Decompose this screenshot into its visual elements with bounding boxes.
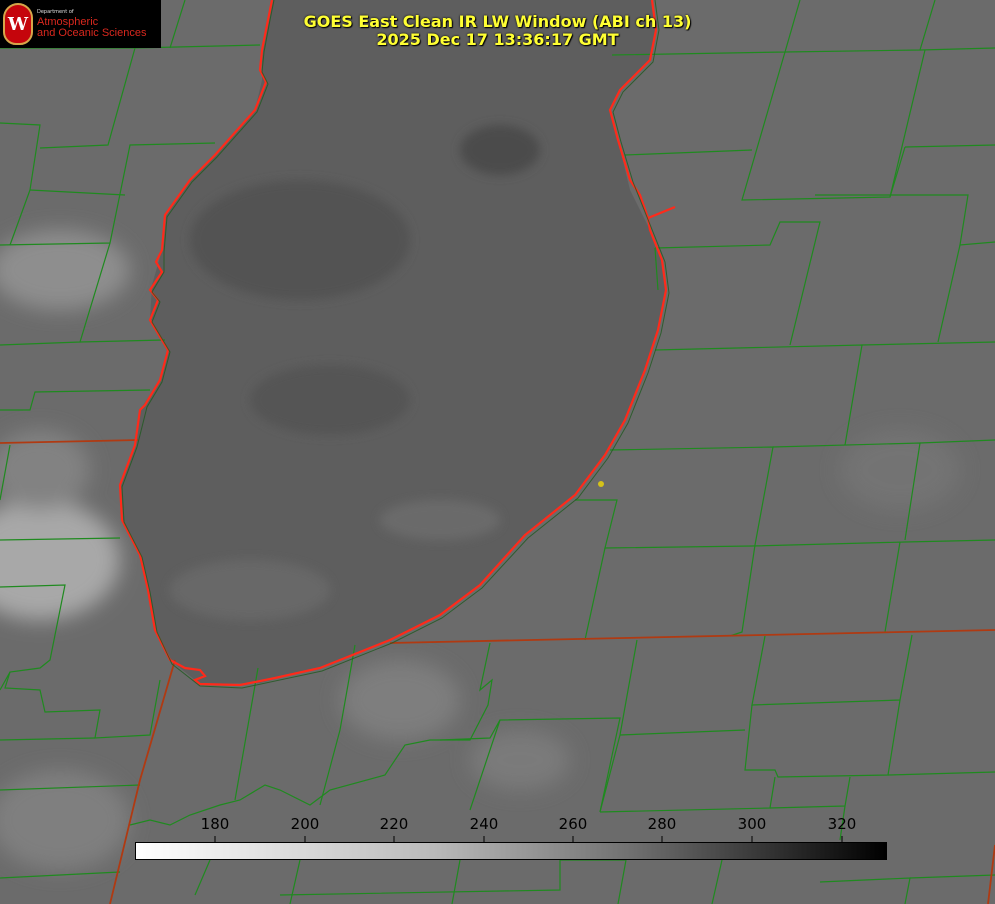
image-timestamp: 2025 Dec 17 13:36:17 GMT [376, 30, 619, 49]
colorbar-tick-label: 240 [469, 815, 499, 833]
colorbar-tick-label: 260 [558, 815, 588, 833]
colorbar-tick-label: 220 [379, 815, 409, 833]
colorbar-tick-label: 280 [647, 815, 677, 833]
colorbar-tick-label: 180 [200, 815, 230, 833]
ir-satellite-map [0, 0, 995, 904]
colorbar-tick-label: 320 [827, 815, 857, 833]
colorbar-tick-label: 200 [290, 815, 320, 833]
satellite-image-view: W Department of Atmospheric and Oceanic … [0, 0, 995, 904]
colorbar-tick-label: 300 [737, 815, 767, 833]
image-title: GOES East Clean IR LW Window (ABI ch 13) [303, 12, 692, 31]
city-marker [598, 481, 604, 487]
temperature-colorbar [135, 842, 887, 860]
